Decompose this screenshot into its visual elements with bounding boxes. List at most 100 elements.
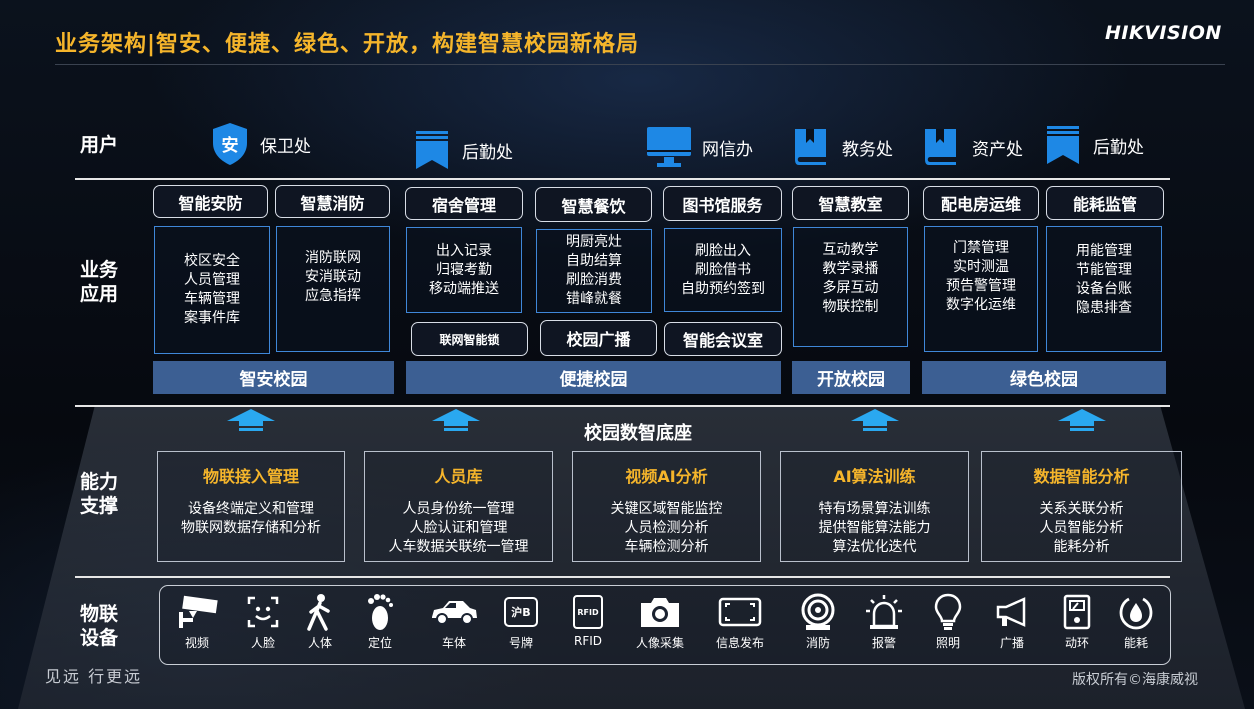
- capability-item: 提供智能算法能力: [818, 520, 931, 536]
- device-portrait-capture: 人像采集: [632, 592, 688, 651]
- app-tag-smart-fire: 智慧消防: [275, 185, 390, 218]
- user-it-office: 网信办: [646, 126, 753, 168]
- feature-item: 隐患排查: [1076, 300, 1132, 316]
- device-vehicle: 车体: [426, 592, 482, 651]
- up-arrow-icon: [851, 409, 899, 431]
- book-icon: [795, 129, 826, 165]
- user-label: 教务处: [842, 139, 893, 160]
- app-tag-library: 图书馆服务: [663, 186, 782, 221]
- app-tag-smart-security: 智能安防: [153, 185, 268, 218]
- capability-item: 人车数据关联统一管理: [388, 539, 529, 555]
- device-environment: 动环: [1049, 592, 1105, 651]
- platform-title: 校园数智底座: [584, 423, 692, 444]
- device-fire: 消防: [790, 592, 846, 651]
- capability-video-ai: 视频AI分析 关键区域智能监控 人员检测分析 车辆检测分析: [572, 451, 761, 562]
- capability-item: 车辆检测分析: [624, 539, 709, 555]
- bar-secure-campus: 智安校园: [153, 361, 394, 394]
- alarm-icon: [866, 595, 902, 629]
- footprint-icon: [368, 594, 393, 630]
- capability-item: 关键区域智能监控: [610, 501, 723, 517]
- tag-campus-broadcast: 校园广播: [540, 320, 657, 356]
- walker-icon: [307, 594, 330, 631]
- capability-item: 关系关联分析: [1039, 501, 1124, 517]
- feature-item: 刷脸消费: [566, 272, 622, 288]
- capability-item: 物联网数据存储和分析: [181, 520, 321, 536]
- feature-item: 自助预约签到: [681, 280, 765, 297]
- capability-item: 人脸认证和管理: [409, 520, 508, 536]
- feature-item: 设备台账: [1076, 281, 1132, 297]
- face-icon: [247, 596, 279, 628]
- device-rfid: RFID RFID: [560, 592, 616, 648]
- app-tag-dining: 智慧餐饮: [535, 187, 652, 222]
- capability-item: 算法优化迭代: [832, 539, 917, 555]
- tag-meeting-room: 智能会议室: [664, 322, 782, 356]
- footer-slogan: 见远 行更远: [45, 667, 143, 686]
- car-icon: [432, 601, 477, 625]
- speaker-icon: [996, 597, 1026, 627]
- feature-item: 预告警管理: [946, 278, 1016, 294]
- user-label: 资产处: [972, 139, 1023, 160]
- capability-item: 设备终端定义和管理: [188, 501, 314, 517]
- app-box-energy: 用能管理 节能管理 设备台账 隐患排查: [1046, 226, 1162, 352]
- shield-icon: 安: [213, 123, 247, 165]
- feature-item: 归寝考勤: [436, 261, 492, 278]
- app-box-smart-fire: 消防联网 安消联动 应急指挥: [276, 226, 390, 352]
- user-asset-office: 资产处: [922, 127, 1023, 167]
- capability-title: 视频AI分析: [625, 467, 708, 486]
- monitor-icon: [647, 127, 691, 167]
- app-tag-power-room: 配电房运维: [923, 186, 1039, 220]
- camera-icon: [179, 595, 218, 628]
- row-label-support: 能力 支撑: [80, 471, 119, 517]
- app-box-smart-security: 校区安全 人员管理 车辆管理 案事件库: [154, 226, 270, 354]
- row-label-users: 用户: [80, 134, 119, 156]
- user-label: 后勤处: [462, 142, 513, 163]
- photo-camera-icon: [641, 598, 679, 627]
- feature-item: 自助结算: [566, 253, 622, 269]
- capability-item: 能耗分析: [1053, 539, 1110, 555]
- user-logistics-office-1: 后勤处: [412, 130, 513, 170]
- capability-ai-training: AI算法训练 特有场景算法训练 提供智能算法能力 算法优化迭代: [780, 451, 969, 562]
- meter-icon: [1063, 594, 1091, 630]
- feature-item: 安消联动: [305, 269, 361, 285]
- feature-item: 刷脸借书: [695, 261, 751, 278]
- app-box-library: 刷脸出入 刷脸借书 自助预约签到: [664, 228, 782, 312]
- app-box-power-room: 门禁管理 实时测温 预告警管理 数字化运维: [924, 226, 1038, 352]
- feature-item: 门禁管理: [953, 240, 1009, 256]
- divider-users: [75, 178, 1170, 180]
- capability-item: 特有场景算法训练: [818, 501, 931, 517]
- app-box-dining: 明厨亮灶 自助结算 刷脸消费 错峰就餐: [536, 229, 652, 313]
- feature-item: 用能管理: [1076, 243, 1132, 259]
- feature-item: 车辆管理: [184, 291, 240, 307]
- user-label: 网信办: [702, 139, 753, 160]
- app-tag-energy: 能耗监管: [1046, 186, 1164, 220]
- bookmark-icon: [1047, 126, 1079, 164]
- title-divider: [55, 64, 1225, 65]
- feature-item: 多屏互动: [822, 280, 879, 296]
- rfid-icon: RFID: [573, 595, 603, 629]
- device-location: 定位: [352, 592, 408, 651]
- feature-item: 互动教学: [822, 242, 879, 258]
- app-tag-dorm: 宿舍管理: [405, 187, 523, 220]
- feature-item: 明厨亮灶: [566, 234, 622, 250]
- feature-item: 实时测温: [953, 259, 1009, 275]
- book-icon: [925, 129, 956, 165]
- row-label-business: 业务 应用: [80, 259, 119, 305]
- capability-title: 物联接入管理: [202, 467, 299, 486]
- device-lighting: 照明: [920, 592, 976, 651]
- device-info-release: 信息发布: [712, 592, 768, 651]
- footer-copyright: 版权所有©海康威视: [1072, 672, 1198, 688]
- up-arrow-icon: [432, 409, 480, 431]
- device-body: 人体: [292, 592, 348, 651]
- up-arrow-icon: [227, 409, 275, 431]
- screen-icon: [718, 597, 762, 627]
- bookmark-icon: [416, 131, 448, 169]
- capability-iot-access: 物联接入管理 设备终端定义和管理 物联网数据存储和分析: [157, 451, 345, 562]
- device-energy: 能耗: [1108, 592, 1164, 651]
- capability-item: 人员智能分析: [1039, 520, 1124, 536]
- feature-item: 移动端推送: [429, 280, 499, 297]
- device-plate: 沪B 号牌: [493, 592, 549, 651]
- user-label: 保卫处: [260, 136, 311, 157]
- app-box-classroom: 互动教学 教学录播 多屏互动 物联控制: [793, 227, 908, 347]
- plate-icon: 沪B: [504, 597, 538, 627]
- hose-icon: [801, 593, 835, 630]
